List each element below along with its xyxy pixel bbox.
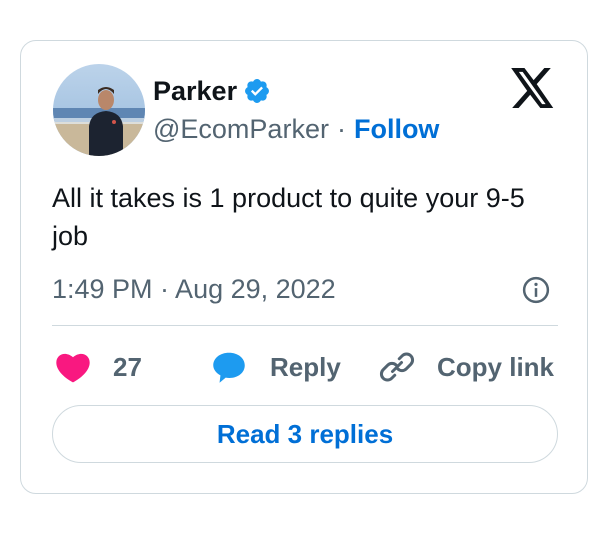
author-handle[interactable]: @EcomParker [153,113,329,145]
avatar-photo [53,64,145,156]
tweet-text: All it takes is 1 product to quite your … [52,183,525,251]
copy-link-button[interactable]: Copy link [379,347,554,387]
heart-icon [56,353,90,383]
like-button[interactable]: 27 [55,347,142,387]
info-icon[interactable] [521,275,551,305]
author-name-row[interactable]: Parker [153,75,271,107]
x-logo-icon[interactable] [511,68,555,108]
divider [52,325,558,326]
speech-bubble-icon [213,352,245,383]
follow-link[interactable]: Follow [354,113,439,145]
author-name[interactable]: Parker [153,75,237,107]
verified-badge-icon [245,79,270,103]
link-icon [380,352,414,382]
author-handle-row: @EcomParker · Follow [153,113,439,145]
separator-dot: · [336,114,346,144]
reply-button[interactable]: Reply [210,347,341,387]
action-bar: 27 Reply Copy link [52,347,562,387]
reply-label: Reply [270,352,341,382]
tweet-timestamp[interactable]: 1:49 PM · Aug 29, 2022 [52,273,336,305]
like-count: 27 [113,352,142,382]
read-replies-button[interactable]: Read 3 replies [52,405,558,463]
tweet-embed-card: Parker @EcomParker · Follow All it takes… [20,40,588,494]
avatar[interactable] [53,64,145,156]
copy-link-label: Copy link [437,352,555,382]
